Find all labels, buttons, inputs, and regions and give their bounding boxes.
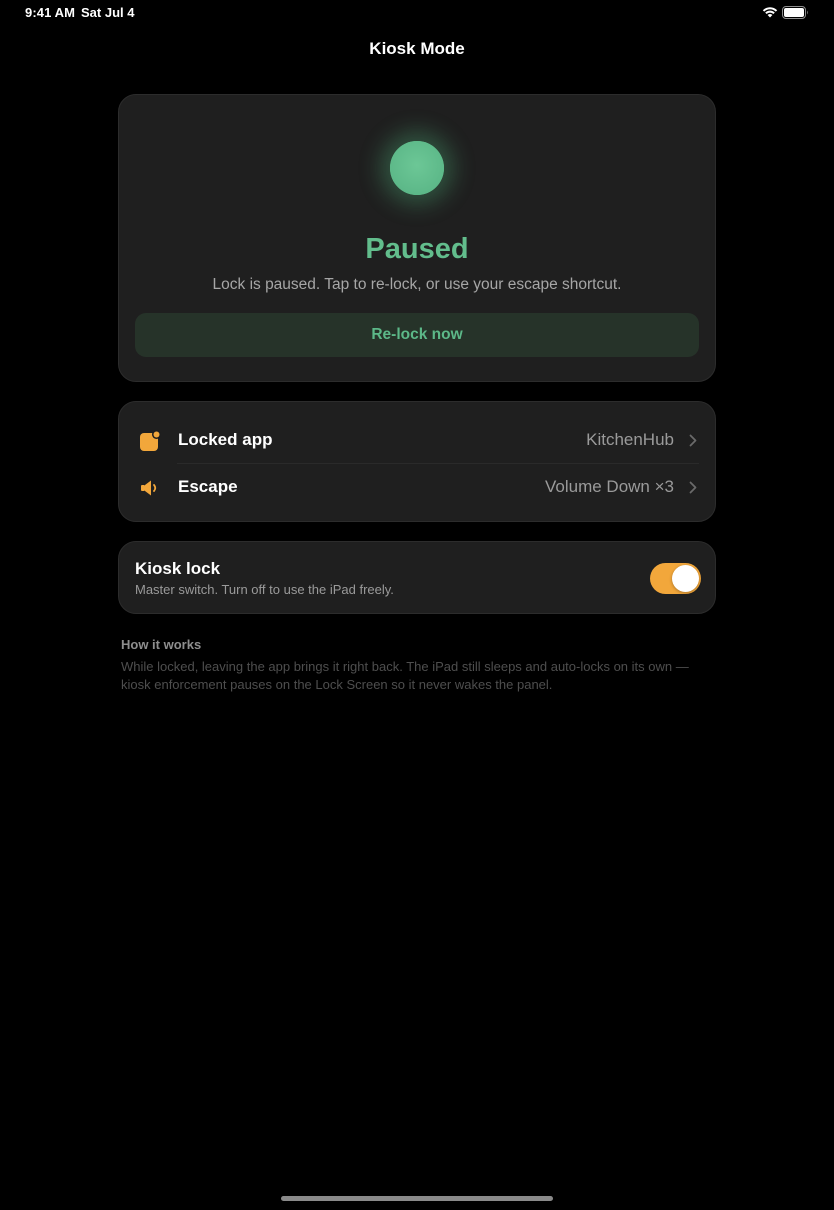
page-title: Kiosk Mode <box>369 39 465 58</box>
kiosk-lock-toggle[interactable] <box>650 563 701 594</box>
kiosk-lock-subtitle: Master switch. Turn off to use the iPad … <box>135 582 394 597</box>
battery-icon <box>782 6 808 19</box>
speaker-icon <box>141 480 157 496</box>
relock-button[interactable]: Re-lock now <box>135 313 699 357</box>
how-it-works-body: While locked, leaving the app brings it … <box>121 659 689 692</box>
kiosk-lock-title: Kiosk lock <box>135 559 221 578</box>
wifi-icon <box>762 7 778 18</box>
chevron-right-icon <box>689 434 697 447</box>
locked-app-label: Locked app <box>178 430 273 449</box>
status-indicator-dot <box>390 141 444 195</box>
chevron-right-icon <box>689 481 697 494</box>
toggle-knob <box>672 565 699 592</box>
status-date: Sat Jul 4 <box>81 5 135 20</box>
locked-app-row[interactable]: Locked app KitchenHub <box>119 417 715 463</box>
escape-label: Escape <box>178 477 238 496</box>
status-card: Paused Lock is paused. Tap to re-lock, o… <box>118 94 716 382</box>
settings-list: Locked app KitchenHub Escape Volume Down… <box>118 401 716 522</box>
home-indicator[interactable] <box>281 1196 553 1201</box>
escape-row[interactable]: Escape Volume Down ×3 <box>119 464 715 510</box>
app-badge-icon <box>140 430 161 451</box>
locked-app-value: KitchenHub <box>586 430 674 449</box>
status-time: 9:41 AM <box>25 5 76 20</box>
status-title: Paused <box>365 233 469 265</box>
kiosk-lock-card: Kiosk lock Master switch. Turn off to us… <box>118 541 716 614</box>
how-it-works-title: How it works <box>121 637 202 652</box>
escape-value: Volume Down ×3 <box>545 477 674 496</box>
status-bar: 9:41 AM Sat Jul 4 <box>0 0 834 24</box>
status-description: Lock is paused. Tap to re-lock, or use y… <box>212 276 622 293</box>
